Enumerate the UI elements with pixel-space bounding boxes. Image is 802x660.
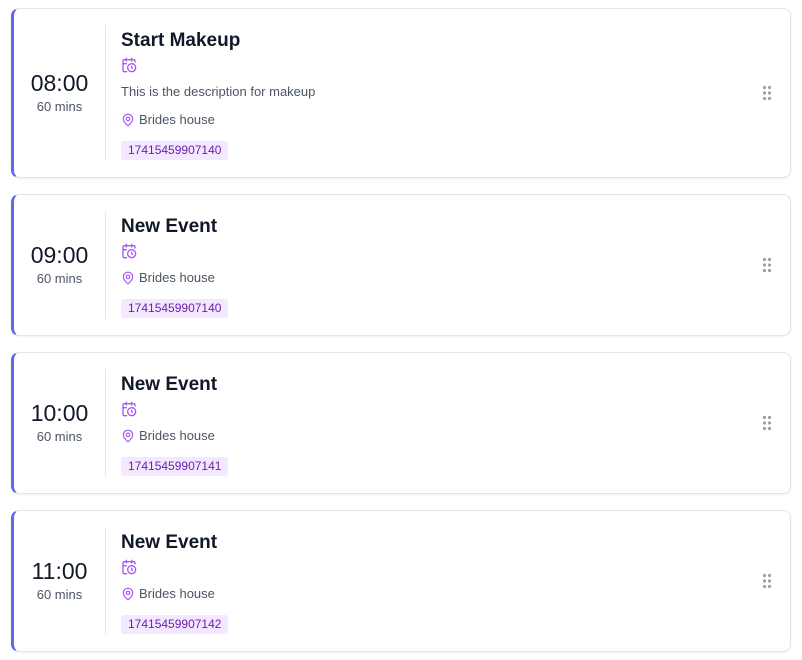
divider — [105, 211, 106, 319]
event-id-badge: 17415459907141 — [121, 457, 229, 476]
event-location-text: Brides house — [139, 112, 215, 127]
event-card[interactable]: 08:00 60 mins Start Makeup This is the d… — [11, 8, 791, 178]
divider — [105, 25, 106, 161]
map-pin-icon — [122, 587, 134, 601]
event-start-time: 11:00 — [31, 558, 88, 584]
event-description: This is the description for makeup — [121, 84, 316, 99]
event-time-column: 11:00 60 mins — [14, 511, 105, 651]
event-duration: 60 mins — [36, 99, 83, 114]
event-location: Brides house — [121, 427, 215, 445]
event-location: Brides house — [121, 111, 215, 129]
event-title: New Event — [121, 216, 218, 237]
grip-vertical-icon[interactable] — [762, 573, 772, 589]
divider — [105, 369, 106, 477]
event-location: Brides house — [121, 585, 215, 603]
event-location: Brides house — [121, 269, 215, 287]
divider — [105, 527, 106, 635]
calendar-clock-icon — [122, 559, 137, 575]
event-card[interactable]: 09:00 60 mins New Event Brides house 174… — [11, 194, 791, 336]
event-start-time: 10:00 — [30, 400, 89, 426]
calendar-clock-icon — [122, 401, 137, 417]
event-title: Start Makeup — [121, 30, 241, 51]
event-id-badge: 17415459907140 — [121, 299, 229, 318]
grip-vertical-icon[interactable] — [762, 257, 772, 273]
event-location-text: Brides house — [139, 586, 215, 601]
event-time-column: 10:00 60 mins — [14, 353, 105, 493]
event-duration: 60 mins — [36, 271, 83, 286]
event-card[interactable]: 10:00 60 mins New Event Brides house 174… — [11, 352, 791, 494]
calendar-clock-icon — [122, 57, 137, 73]
event-title: New Event — [121, 374, 218, 395]
calendar-clock-icon — [122, 243, 137, 259]
grip-vertical-icon[interactable] — [762, 85, 772, 101]
event-id-badge: 17415459907142 — [121, 615, 229, 634]
event-start-time: 09:00 — [30, 242, 89, 268]
map-pin-icon — [122, 113, 134, 127]
event-card[interactable]: 11:00 60 mins New Event Brides house 174… — [11, 510, 791, 652]
event-duration: 60 mins — [36, 587, 83, 602]
event-time-column: 08:00 60 mins — [14, 9, 105, 177]
event-location-text: Brides house — [139, 428, 215, 443]
event-start-time: 08:00 — [30, 70, 89, 96]
event-list: 08:00 60 mins Start Makeup This is the d… — [0, 0, 802, 660]
event-title: New Event — [121, 532, 218, 553]
event-time-column: 09:00 60 mins — [14, 195, 105, 335]
map-pin-icon — [122, 271, 134, 285]
event-id-badge: 17415459907140 — [121, 141, 229, 160]
map-pin-icon — [122, 429, 134, 443]
event-location-text: Brides house — [139, 270, 215, 285]
grip-vertical-icon[interactable] — [762, 415, 772, 431]
event-duration: 60 mins — [36, 429, 83, 444]
